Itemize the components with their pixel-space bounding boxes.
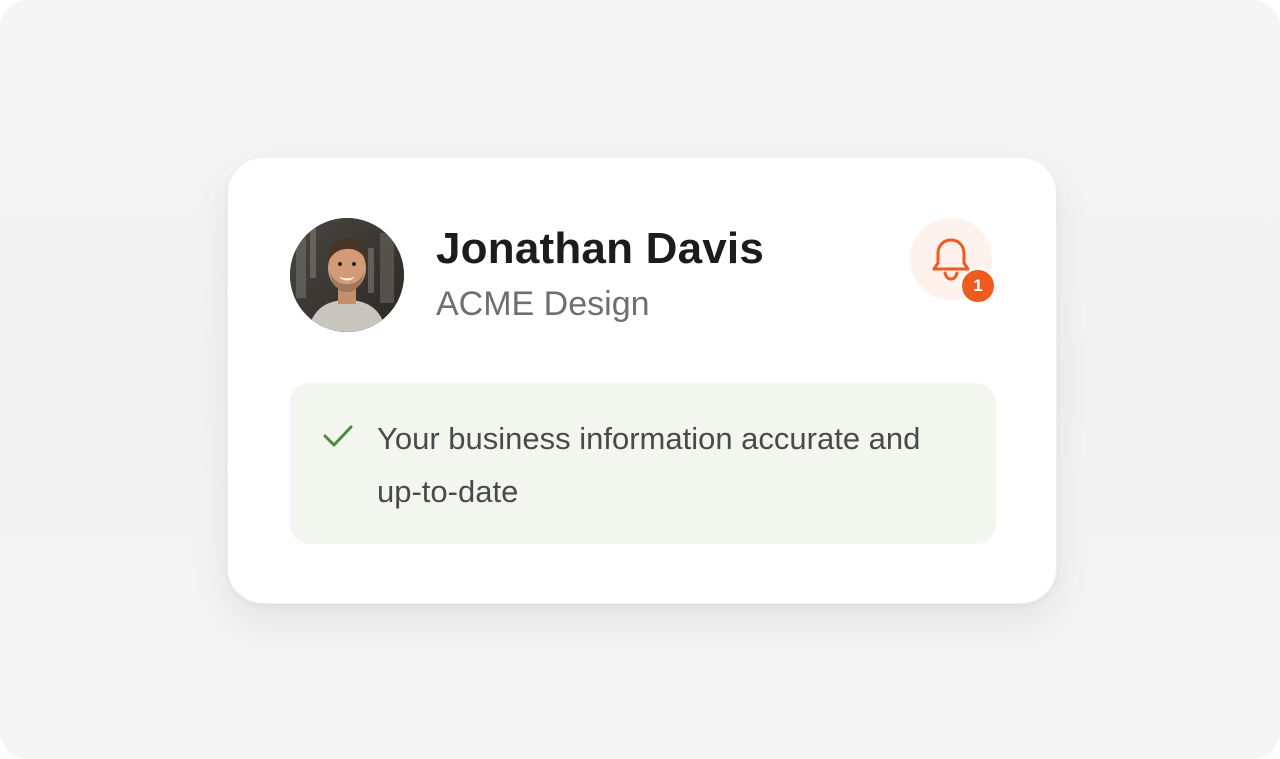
background-canvas: Jonathan Davis ACME Design 1 Your busine…: [0, 0, 1280, 759]
avatar: [290, 218, 404, 332]
status-notice: Your business information accurate and u…: [290, 383, 996, 544]
check-icon: [323, 425, 353, 447]
status-message: Your business information accurate and u…: [377, 421, 921, 509]
profile-card: Jonathan Davis ACME Design 1 Your busine…: [227, 157, 1057, 604]
notifications-button[interactable]: 1: [910, 218, 996, 304]
profile-name: Jonathan Davis: [436, 224, 765, 273]
avatar-photo: [290, 218, 404, 332]
notification-count-badge: 1: [960, 268, 996, 304]
profile-company: ACME Design: [436, 285, 650, 323]
